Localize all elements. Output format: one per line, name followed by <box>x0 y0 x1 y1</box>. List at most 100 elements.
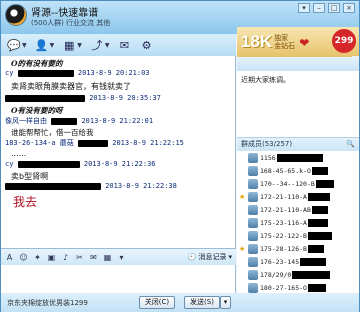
message-text: 卖b型肾啊 <box>11 172 49 181</box>
member-avatar <box>248 204 258 215</box>
ad-price-badge: 299 <box>332 29 356 53</box>
emoji-icon[interactable]: ☺ <box>18 252 29 263</box>
chat-icon[interactable]: ✉ <box>115 37 135 54</box>
history-icon: 🕘 <box>187 253 197 261</box>
heart-icon: ❤ <box>299 36 310 50</box>
grid-icon[interactable]: ▦ <box>102 252 113 263</box>
member-avatar <box>248 230 258 241</box>
chevron-down-icon[interactable]: ▼ <box>105 42 110 49</box>
message-header: cy 2013-8-9 21:22:36 <box>5 160 156 168</box>
member-name: 172-21-110-A <box>260 192 307 201</box>
redacted-block <box>311 166 328 175</box>
member-list-header: 群成员(53/257) 🔍 <box>237 138 359 151</box>
message-text: 谁能帮帮忙，借一百给我 <box>11 128 94 137</box>
profile-icon[interactable]: 👤 <box>32 37 52 54</box>
apps-icon[interactable]: ▦ <box>59 37 79 54</box>
admin-star-icon: ★ <box>239 192 246 201</box>
message-input[interactable] <box>1 265 236 293</box>
search-icon[interactable]: 🔍 <box>346 138 355 151</box>
ad-big-text: 18K <box>241 32 273 51</box>
member-item[interactable]: 178/29/0 <box>237 268 359 281</box>
member-list[interactable]: 1156 168-45-65.k-O 170--34--120-B ★ 172-21-1… <box>237 151 359 293</box>
member-avatar <box>248 165 258 176</box>
window-controls: ▾ – □ × <box>298 3 355 13</box>
image-icon[interactable]: ▣ <box>46 252 57 263</box>
music-icon[interactable]: ♪ <box>60 252 71 263</box>
redacted-block <box>307 283 326 292</box>
admin-star-icon: ★ <box>239 244 246 253</box>
group-title: 肾源--快速靠谱 <box>31 8 99 19</box>
member-item[interactable]: 175-22-122-B <box>237 229 359 242</box>
message-header: 像风一样自由 2013-8-9 21:22:01 <box>5 117 154 125</box>
message-header: 2013-8-9 21:22:38 <box>5 182 177 190</box>
message-header: cy 2013-8-9 20:21:03 <box>5 69 150 77</box>
redacted-block <box>292 270 331 279</box>
screenshot-icon[interactable]: ✂ <box>74 252 85 263</box>
share-icon[interactable]: ⤴ <box>87 37 107 54</box>
group-toolbar: 💬 ▼ 👤 ▼ ▦ ▼ ⤴ ▼ ✉ ⚙ <box>1 34 236 56</box>
group-avatar[interactable] <box>5 4 27 26</box>
member-name: 180-27-165-O <box>260 283 307 292</box>
message-text: 我去 <box>13 195 38 209</box>
redacted-block <box>307 192 330 201</box>
message-history-button[interactable]: 🕘 消息记录 ▾ <box>188 252 232 262</box>
font-icon[interactable]: A <box>4 252 15 263</box>
redacted-block <box>276 153 323 162</box>
chevron-down-icon[interactable]: ▼ <box>77 42 82 49</box>
shake-icon[interactable]: ✦ <box>32 252 43 263</box>
member-avatar <box>248 256 258 267</box>
message-text: O有没有要的呀 <box>11 106 63 115</box>
group-chat-icon[interactable]: 💬 <box>4 37 24 54</box>
message-header: 2013-8-9 20:35:37 <box>5 94 161 102</box>
message-text: ...... <box>11 149 27 158</box>
member-item[interactable]: 170--34--120-B <box>237 177 359 190</box>
send-button[interactable]: 发送(S) <box>184 296 220 309</box>
message-text: O的有没有要的 <box>11 59 63 68</box>
input-toolbar: A ☺ ✦ ▣ ♪ ✂ ✉ ▦ ▾ 🕘 消息记录 ▾ <box>1 249 236 265</box>
group-notice: 近期大家练调。 <box>237 71 359 138</box>
close-button[interactable]: 关闭(C) <box>139 296 175 309</box>
chevron-down-icon: ▾ <box>228 253 232 261</box>
right-panel: 近期大家练调。 群成员(53/257) 🔍 1156 168-45-65.k-O 1… <box>237 57 359 293</box>
chevron-down-icon[interactable]: ▼ <box>22 42 27 49</box>
group-subtitle: (500人群) 行业交流 其他 <box>31 19 111 27</box>
member-item[interactable]: ★ 175-28-126-B <box>237 242 359 255</box>
member-item[interactable]: ★ 172-21-110-A <box>237 190 359 203</box>
member-item[interactable]: 168-45-65.k-O <box>237 164 359 177</box>
member-name: 175-23-116-A <box>260 218 307 227</box>
minimize-button[interactable]: – <box>313 3 325 13</box>
member-item[interactable]: 175-23-116-A <box>237 216 359 229</box>
member-avatar <box>248 191 258 202</box>
send-options-button[interactable]: ▾ <box>220 296 231 309</box>
member-item[interactable]: 1156 <box>237 151 359 164</box>
maximize-button[interactable]: □ <box>328 3 340 13</box>
member-name: 178/29/0 <box>260 270 292 279</box>
member-name: 172-21-110-AB <box>260 205 311 214</box>
member-name: 175-22-122-B <box>260 231 307 240</box>
ad-small-text: 独家 金钻石 <box>274 34 296 50</box>
settings-icon[interactable]: ⚙ <box>137 37 157 54</box>
member-item[interactable]: 176-23-145 <box>237 255 359 268</box>
redacted-block <box>300 257 327 266</box>
member-item[interactable]: 172-21-110-AB <box>237 203 359 216</box>
member-avatar <box>248 217 258 228</box>
member-avatar <box>248 269 258 280</box>
bottom-bar: 京东夹棉绽放优男装1299 关闭(C) 发送(S) ▾ <box>1 293 359 312</box>
menu-arrow-icon[interactable]: ▾ <box>298 3 310 13</box>
close-window-button[interactable]: × <box>343 3 355 13</box>
gift-icon[interactable]: ✉ <box>88 252 99 263</box>
member-name: 176-23-145 <box>260 257 300 266</box>
message-text: 卖肾卖眼角膜卖器官，有钱就卖了 <box>11 82 131 91</box>
member-name: 170--34--120-B <box>260 179 315 188</box>
redacted-block <box>315 179 334 188</box>
redacted-block <box>307 231 332 240</box>
chat-history[interactable]: O的有没有要的 cy 2013-8-9 20:21:03 卖肾卖眼角膜卖器官，有… <box>1 56 236 249</box>
more-icon[interactable]: ▾ <box>116 252 127 263</box>
member-avatar <box>248 152 258 163</box>
chevron-down-icon[interactable]: ▼ <box>50 42 55 49</box>
member-item[interactable]: 180-27-165-O <box>237 281 359 293</box>
ad-banner[interactable]: 18K 独家 金钻石 ❤ 299 <box>237 27 359 57</box>
notice-header <box>237 57 359 71</box>
message-header: 183-26-134-a 蘑菇 2013-8-9 21:22:15 <box>5 139 184 147</box>
bottom-ad-link[interactable]: 京东夹棉绽放优男装1299 <box>7 298 88 308</box>
